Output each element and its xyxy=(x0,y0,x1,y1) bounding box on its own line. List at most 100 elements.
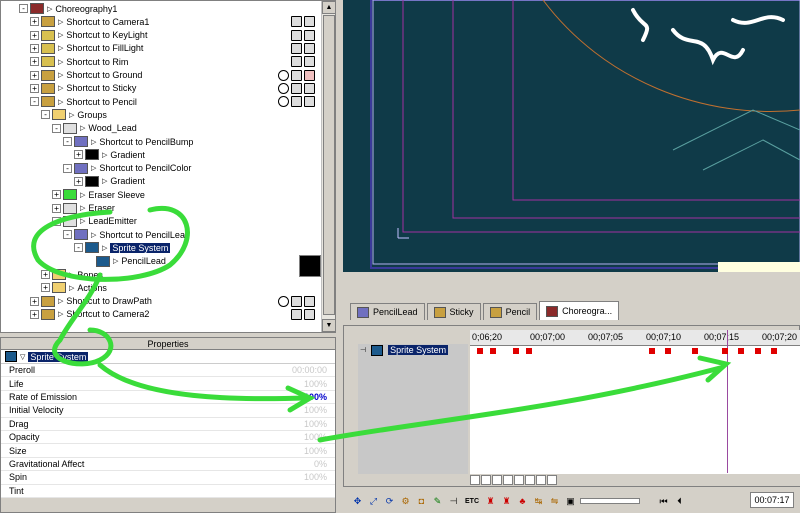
shape-toggle-icon[interactable] xyxy=(291,42,302,54)
render-toggle-icon[interactable] xyxy=(278,96,289,108)
shape-toggle-icon[interactable] xyxy=(291,82,302,94)
expand-toggle[interactable]: - xyxy=(52,216,61,226)
keyframe[interactable] xyxy=(648,348,655,354)
timeline-body[interactable] xyxy=(470,356,800,474)
expand-toggle[interactable]: + xyxy=(41,270,50,279)
expand-toggle[interactable]: - xyxy=(63,163,72,173)
expand-toggle[interactable]: - xyxy=(74,243,83,253)
property-value[interactable]: 00:00:00 xyxy=(292,365,327,375)
time-ruler[interactable]: 0;06;20 00;07;00 00;07;05 00;07;10 00;07;15 0… xyxy=(470,330,800,346)
tree-item[interactable]: + ▷ Shortcut to Rim xyxy=(30,55,128,68)
visibility-toggles[interactable] xyxy=(278,295,315,307)
tree-item[interactable]: + ▷ Gradient xyxy=(74,175,145,188)
visibility-toggles[interactable] xyxy=(291,56,315,68)
tab-choreogra[interactable]: Choreogra... xyxy=(539,301,620,320)
shape-toggle-icon[interactable] xyxy=(304,29,315,41)
shape-toggle-icon[interactable] xyxy=(291,56,302,68)
tool-icon[interactable] xyxy=(514,475,524,485)
expand-toggle[interactable]: - xyxy=(52,123,61,133)
tree-item[interactable]: - ▷ Shortcut to PencilLead xyxy=(63,228,190,241)
property-value[interactable]: 100% xyxy=(304,379,327,389)
expand-toggle[interactable]: - xyxy=(19,4,28,13)
tree-item[interactable]: + ▷ Eraser Sleeve xyxy=(52,188,145,201)
shape-toggle-icon[interactable] xyxy=(304,42,315,54)
visibility-toggles[interactable] xyxy=(291,42,315,54)
etc-button[interactable]: ETC xyxy=(463,495,481,508)
render-toggle-icon[interactable] xyxy=(278,69,289,81)
tree-item[interactable]: + ▷ Shortcut to Camera2 xyxy=(30,308,149,321)
expand-toggle[interactable]: + xyxy=(30,57,39,67)
tool-icon[interactable] xyxy=(547,475,557,485)
scale-icon[interactable]: ⤢ xyxy=(367,495,380,508)
keyframe-track[interactable] xyxy=(470,346,800,356)
shape-toggle-icon[interactable] xyxy=(304,16,315,28)
scroll-up-icon[interactable]: ▲ xyxy=(322,1,335,14)
current-time-field[interactable]: 00:07:17 xyxy=(750,492,794,508)
tab-pencil[interactable]: Pencil xyxy=(482,303,538,320)
keyframe[interactable] xyxy=(754,348,761,354)
timeline-panel[interactable]: ⊣ Sprite System 0;06;20 00;07;00 00;07;05 0… xyxy=(343,325,800,487)
property-value[interactable]: 100% xyxy=(304,472,327,482)
shape-toggle-icon[interactable] xyxy=(304,295,315,307)
expand-toggle[interactable]: + xyxy=(41,283,50,293)
tree-item[interactable]: + ▷ Shortcut to DrawPath xyxy=(30,295,152,308)
tree-item[interactable]: - ▷ LeadEmitter xyxy=(52,215,137,228)
expand-toggle[interactable]: - xyxy=(30,97,39,107)
tool-icon[interactable] xyxy=(481,475,491,485)
scroll-down-icon[interactable]: ▼ xyxy=(322,319,335,332)
viewport-3d[interactable] xyxy=(343,0,800,272)
actor-icon[interactable]: ♣ xyxy=(516,495,529,508)
tree-item[interactable]: - ▷ Wood_Lead xyxy=(52,122,137,135)
tree-item[interactable]: + ▷ Eraser xyxy=(52,202,115,215)
shape-toggle-icon[interactable] xyxy=(304,82,315,94)
visibility-toggles[interactable] xyxy=(278,69,315,81)
expand-toggle[interactable]: + xyxy=(30,309,39,319)
tree-scrollbar[interactable]: ▲ ▼ xyxy=(321,1,335,332)
bone-icon[interactable]: ⚙ xyxy=(399,495,412,508)
visibility-toggles[interactable] xyxy=(291,29,315,41)
tree-item[interactable]: - ▷ Shortcut to PencilBump xyxy=(63,135,193,148)
tree-item[interactable]: - ▷ Groups xyxy=(41,108,107,121)
stop-icon[interactable]: ▣ xyxy=(564,495,577,508)
tree-item[interactable]: + ▷ Shortcut to Ground xyxy=(30,69,142,82)
keyframe[interactable] xyxy=(513,348,520,354)
shape-toggle-icon[interactable] xyxy=(304,96,315,108)
expand-toggle[interactable]: + xyxy=(30,17,39,27)
expand-toggle[interactable]: - xyxy=(63,137,72,146)
tool-icon[interactable] xyxy=(503,475,513,485)
expand-toggle[interactable]: + xyxy=(52,190,61,200)
timeline-track-sprite-system[interactable]: ⊣ Sprite System xyxy=(360,344,449,356)
property-row[interactable]: Life 100% xyxy=(1,377,335,391)
expand-toggle[interactable]: + xyxy=(30,30,39,40)
scroll-thumb[interactable] xyxy=(323,15,335,315)
property-row[interactable]: Initial Velocity 100% xyxy=(1,404,335,418)
tool-icon[interactable] xyxy=(492,475,502,485)
expand-toggle[interactable]: + xyxy=(74,150,83,160)
shape-toggle-icon[interactable] xyxy=(291,69,302,81)
property-row[interactable]: Rate of Emission 100% xyxy=(1,390,335,405)
property-row[interactable]: Gravitational Affect 0% xyxy=(1,457,335,472)
expand-toggle[interactable]: + xyxy=(74,176,83,186)
expand-toggle[interactable]: + xyxy=(52,203,61,213)
property-value[interactable]: 0% xyxy=(314,459,327,469)
expand-toggle[interactable]: + xyxy=(30,296,39,306)
link-icon[interactable]: ⇋ xyxy=(548,495,561,508)
property-row[interactable]: Drag 100% xyxy=(1,417,335,431)
render-toggle-icon[interactable] xyxy=(278,295,289,307)
step-back-icon[interactable]: ⏴ xyxy=(673,495,686,508)
camera-icon[interactable]: ◘ xyxy=(415,495,428,508)
tool-icon[interactable] xyxy=(470,475,480,485)
tree-item[interactable]: + ▷ Shortcut to Camera1 xyxy=(30,15,149,28)
tab-pencillead[interactable]: PencilLead xyxy=(350,303,425,320)
visibility-toggles[interactable] xyxy=(291,308,315,320)
shape-toggle-icon[interactable] xyxy=(291,29,302,41)
shape-toggle-icon[interactable] xyxy=(291,16,302,28)
project-tree[interactable]: - ▷ Choreography1 + ▷ Shortcut to Camera1 + ▷ Sh… xyxy=(0,0,336,333)
tree-item[interactable]: + ▷ Actions xyxy=(41,281,107,294)
shape-toggle-icon[interactable] xyxy=(304,56,315,68)
property-row[interactable]: Opacity 100% xyxy=(1,430,335,445)
tree-item[interactable]: - ▷ Sprite System xyxy=(74,241,171,254)
time-slider[interactable] xyxy=(580,498,640,504)
keyframe[interactable] xyxy=(665,348,672,354)
shape-toggle-icon[interactable] xyxy=(291,96,302,108)
